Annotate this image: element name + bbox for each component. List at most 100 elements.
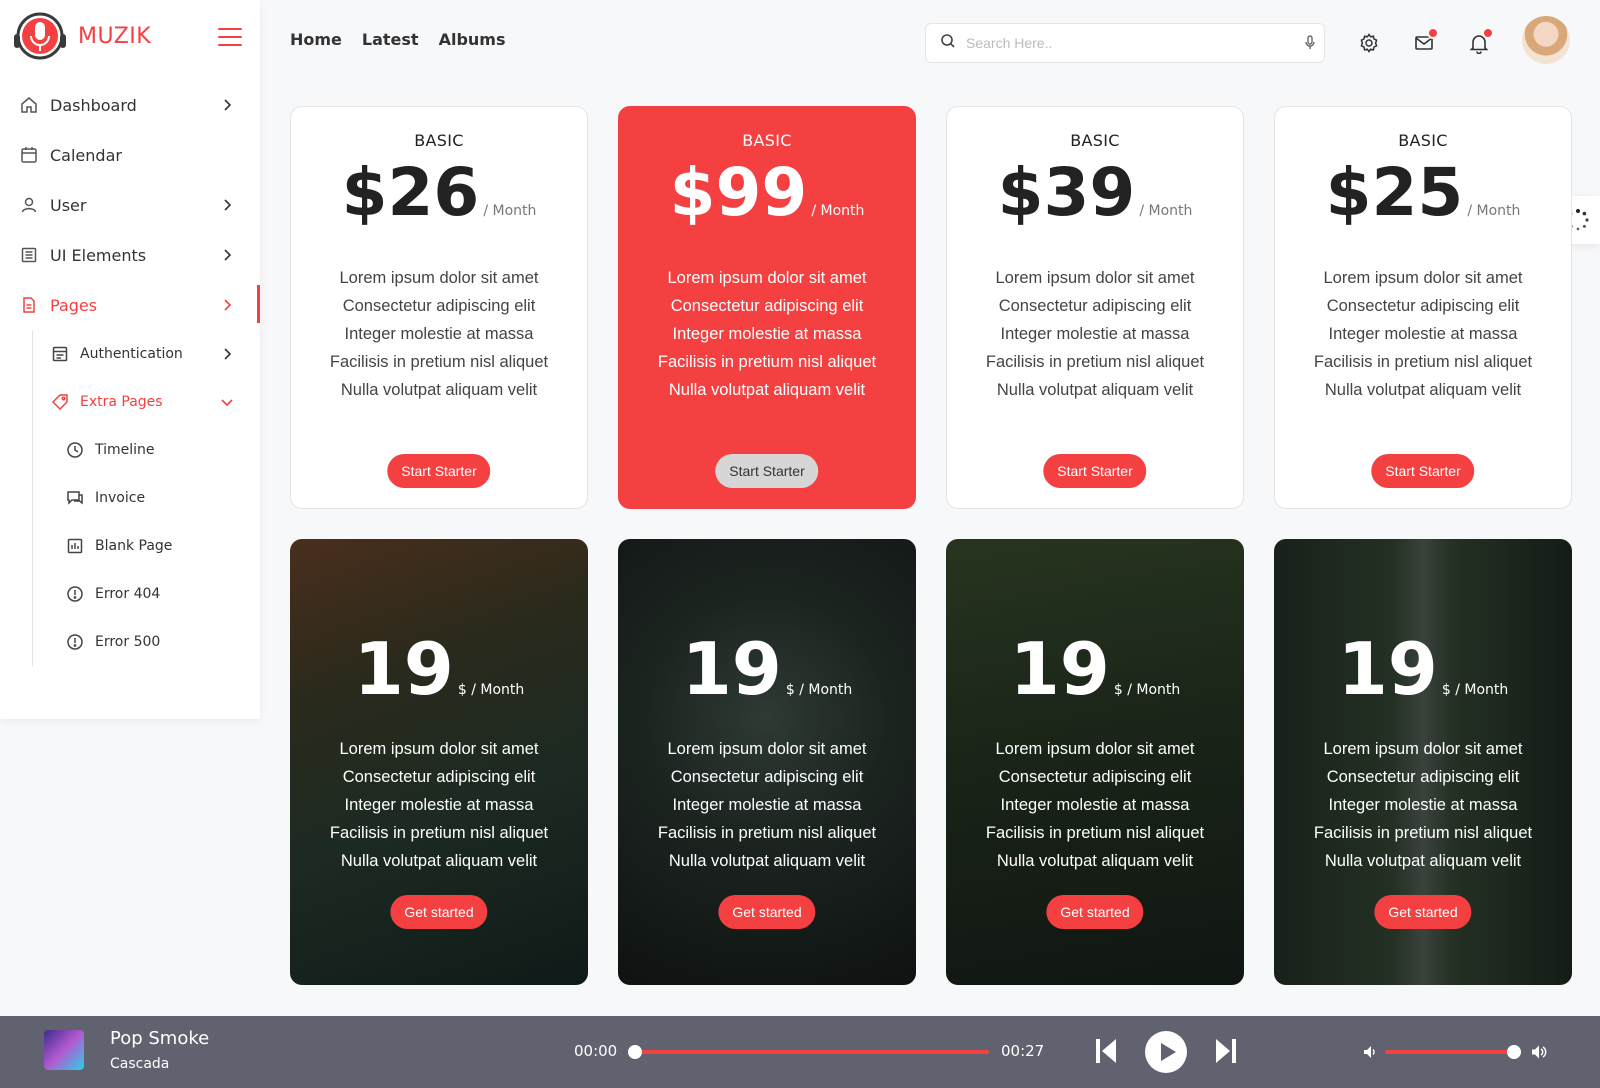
sidebar-item-label: Calendar (50, 145, 122, 165)
sidebar-item-label: Blank Page (95, 538, 173, 554)
pricing-card: BASIC $26/ Month Lorem ipsum dolor sit a… (290, 106, 588, 509)
feature-item: Lorem ipsum dolor sit amet (995, 269, 1195, 287)
music-player: Pop Smoke Cascada 00:00 00:27 (0, 1016, 1600, 1088)
chevron-right-icon (220, 97, 234, 111)
brand-logo[interactable]: MUZIK (12, 12, 151, 60)
alert-icon (66, 633, 84, 651)
sidebar-item-label: Dashboard (50, 95, 137, 115)
sidebar-item-invoice[interactable]: Invoice (33, 474, 260, 522)
layout-icon (20, 246, 38, 264)
feature-item: Consectetur adipiscing elit (342, 297, 536, 315)
sidebar-item-label: Authentication (80, 346, 183, 362)
feature-item: Facilisis in pretium nisl aliquet (1313, 824, 1533, 842)
play-button-icon[interactable] (1144, 1030, 1188, 1078)
sidebar-item-calendar[interactable]: Calendar (0, 130, 260, 180)
feature-item: Nulla volutpat aliquam velit (996, 381, 1194, 399)
sidebar-item-extra-pages[interactable]: Extra Pages (33, 378, 260, 426)
sidebar-item-dashboard[interactable]: Dashboard (0, 80, 260, 130)
feature-item: Lorem ipsum dolor sit amet (667, 740, 867, 758)
sidebar-item-ui-elements[interactable]: UI Elements (0, 230, 260, 280)
microphone-icon[interactable] (1296, 35, 1324, 51)
feature-item: Consectetur adipiscing elit (1326, 768, 1520, 786)
volume-slider[interactable] (1385, 1045, 1521, 1059)
feature-item: Integer molestie at massa (1000, 325, 1190, 343)
plan-name: BASIC (1398, 131, 1448, 150)
progress-knob[interactable] (628, 1045, 642, 1059)
nav-link-home[interactable]: Home (290, 30, 342, 49)
feature-item: Integer molestie at massa (1328, 325, 1518, 343)
mail-badge (1427, 27, 1439, 39)
search-input[interactable] (966, 35, 1296, 51)
nav-link-albums[interactable]: Albums (439, 30, 506, 49)
nav-link-latest[interactable]: Latest (362, 30, 419, 49)
settings-gear-icon[interactable] (1358, 32, 1380, 54)
sidebar-item-error-404[interactable]: Error 404 (33, 570, 260, 618)
start-starter-button[interactable]: Start Starter (715, 454, 819, 488)
plan-unit: $ / Month (785, 682, 853, 698)
feature-item: Nulla volutpat aliquam velit (668, 381, 866, 399)
get-started-button[interactable]: Get started (1046, 895, 1144, 929)
plan-price: 19 (1337, 627, 1438, 711)
feature-item: Consectetur adipiscing elit (670, 297, 864, 315)
sidebar-item-timeline[interactable]: Timeline (33, 426, 260, 474)
next-track-icon[interactable] (1214, 1036, 1238, 1070)
volume-low-icon[interactable] (1362, 1044, 1378, 1064)
plan-period: / Month (1139, 203, 1193, 219)
sidebar-item-blank-page[interactable]: Blank Page (33, 522, 260, 570)
track-title: Pop Smoke (110, 1028, 210, 1049)
user-avatar[interactable] (1522, 16, 1570, 64)
plan-period: / Month (811, 203, 865, 219)
duration: 00:27 (1001, 1042, 1045, 1060)
sidebar-item-pages[interactable]: Pages (0, 280, 260, 330)
start-starter-button[interactable]: Start Starter (1043, 454, 1147, 488)
current-time: 00:00 (574, 1042, 618, 1060)
get-started-button[interactable]: Get started (718, 895, 816, 929)
mail-icon[interactable] (1413, 27, 1439, 54)
plan-price: $25 (1325, 154, 1464, 231)
feature-item: Consectetur adipiscing elit (670, 768, 864, 786)
feature-item: Integer molestie at massa (344, 325, 534, 343)
feature-item: Integer molestie at massa (344, 796, 534, 814)
album-art[interactable] (44, 1030, 84, 1070)
plan-price: $39 (997, 154, 1136, 231)
tag-icon (51, 393, 69, 411)
plan-price: $26 (341, 154, 480, 231)
notification-bell-icon[interactable] (1468, 27, 1494, 55)
plan-unit: $ / Month (1441, 682, 1509, 698)
volume-high-icon[interactable] (1530, 1043, 1548, 1065)
get-started-button[interactable]: Get started (390, 895, 488, 929)
sidebar-item-label: Invoice (95, 490, 146, 506)
menu-toggle-icon[interactable] (218, 28, 242, 48)
feature-item: Lorem ipsum dolor sit amet (339, 740, 539, 758)
progress-slider[interactable] (628, 1045, 989, 1059)
feature-item: Facilisis in pretium nisl aliquet (329, 353, 549, 371)
feature-item: Consectetur adipiscing elit (998, 768, 1192, 786)
start-starter-button[interactable]: Start Starter (1371, 454, 1475, 488)
plan-price: 19 (353, 627, 454, 711)
sidebar-item-user[interactable]: User (0, 180, 260, 230)
volume-knob[interactable] (1507, 1045, 1521, 1059)
feature-item: Lorem ipsum dolor sit amet (1323, 740, 1523, 758)
file-icon (20, 296, 38, 314)
feature-item: Nulla volutpat aliquam velit (340, 381, 538, 399)
feature-item: Nulla volutpat aliquam velit (996, 852, 1194, 870)
plan-unit: $ / Month (457, 682, 525, 698)
get-started-button[interactable]: Get started (1374, 895, 1472, 929)
start-starter-button[interactable]: Start Starter (387, 454, 491, 488)
feature-item: Lorem ipsum dolor sit amet (1323, 269, 1523, 287)
chart-icon (66, 537, 84, 555)
pages-submenu: Authentication Extra Pages Timeline Invo… (32, 330, 260, 666)
chevron-right-icon (220, 347, 234, 361)
pricing-card: BASIC $39/ Month Lorem ipsum dolor sit a… (946, 106, 1244, 509)
feature-list: Lorem ipsum dolor sit amet Consectetur a… (946, 735, 1244, 875)
clock-icon (66, 441, 84, 459)
sidebar-nav: Dashboard Calendar User UI Elements Page… (0, 80, 260, 666)
feature-item: Consectetur adipiscing elit (998, 297, 1192, 315)
photo-pricing-card: 19 $ / Month Lorem ipsum dolor sit amet C… (1274, 539, 1572, 985)
feature-list: Lorem ipsum dolor sit amet Consectetur a… (291, 264, 587, 404)
feature-item: Facilisis in pretium nisl aliquet (985, 824, 1205, 842)
sidebar-item-error-500[interactable]: Error 500 (33, 618, 260, 666)
sidebar-item-authentication[interactable]: Authentication (33, 330, 260, 378)
previous-track-icon[interactable] (1094, 1036, 1118, 1070)
chevron-right-icon (220, 297, 234, 311)
